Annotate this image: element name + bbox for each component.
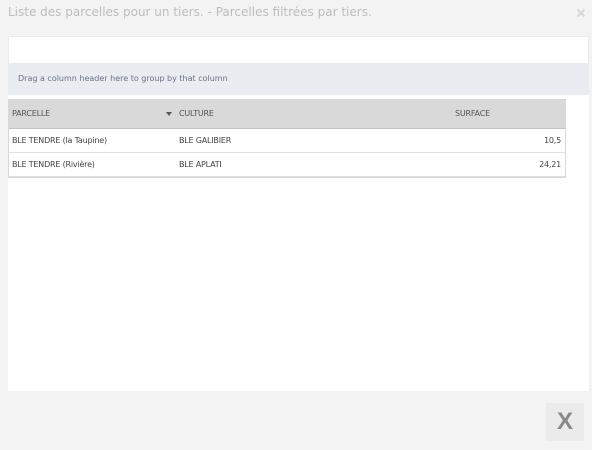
group-by-panel[interactable]: Drag a column header here to group by th… — [8, 64, 589, 95]
sort-descending-icon[interactable] — [166, 112, 172, 116]
close-icon: X — [556, 408, 573, 435]
grid-header: PARCELLE CULTURE SURFACE — [9, 100, 565, 129]
cell-culture: BLE GALIBIER — [179, 136, 232, 145]
cell-surface: 24,21 — [539, 160, 561, 169]
cell-parcelle: BLE TENDRE (Rivière) — [12, 160, 95, 169]
window-close-icon[interactable] — [576, 8, 586, 18]
cell-surface: 10,5 — [543, 136, 561, 145]
close-button[interactable]: X — [546, 403, 584, 441]
cell-culture: BLE APLATI — [179, 160, 222, 169]
table-row[interactable]: BLE TENDRE (Rivière) BLE APLATI 24,21 — [9, 153, 565, 177]
column-header-surface[interactable]: SURFACE — [455, 109, 490, 118]
main-panel: Drag a column header here to group by th… — [8, 36, 589, 391]
column-header-parcelle[interactable]: PARCELLE — [12, 109, 50, 118]
parcel-grid: PARCELLE CULTURE SURFACE BLE TENDRE (la … — [8, 99, 566, 178]
filter-input[interactable] — [8, 36, 589, 64]
group-panel-hint: Drag a column header here to group by th… — [18, 74, 228, 83]
title-bar: Liste des parcelles pour un tiers. - Par… — [0, 0, 592, 30]
table-row[interactable]: BLE TENDRE (la Taupine) BLE GALIBIER 10,… — [9, 129, 565, 153]
window-title: Liste des parcelles pour un tiers. - Par… — [8, 5, 372, 19]
cell-parcelle: BLE TENDRE (la Taupine) — [12, 136, 107, 145]
column-header-culture[interactable]: CULTURE — [179, 109, 214, 118]
